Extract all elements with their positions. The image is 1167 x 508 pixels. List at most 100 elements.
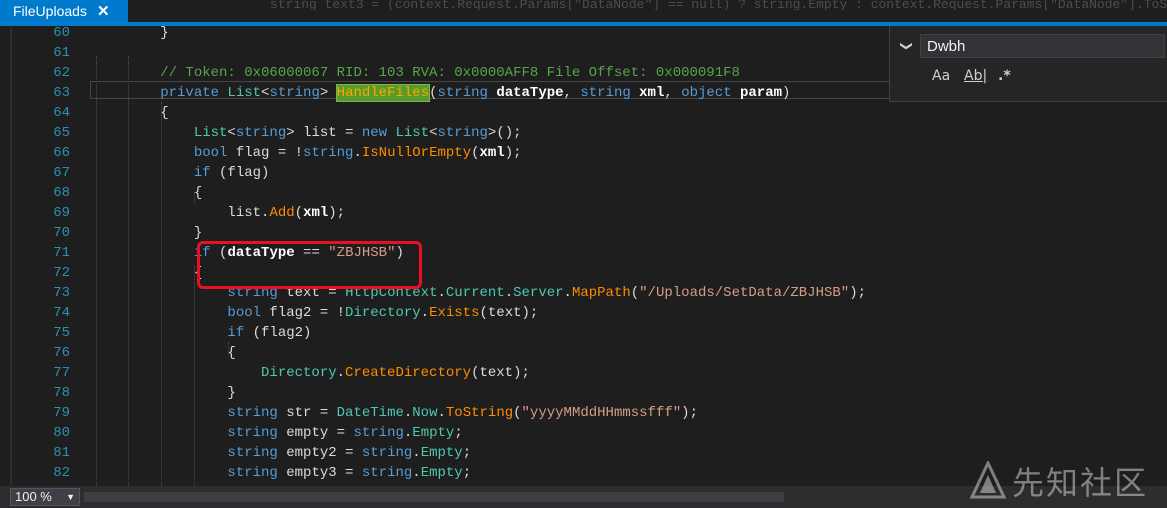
code-line[interactable]: 78 } xyxy=(0,383,1167,403)
code-token: flag2 = ! xyxy=(261,305,346,321)
code-line[interactable]: 77 Directory.CreateDirectory(text); xyxy=(0,363,1167,383)
code-line[interactable]: 69 list.Add(xml); xyxy=(0,203,1167,223)
code-line[interactable]: 74 bool flag2 = !Directory.Exists(text); xyxy=(0,303,1167,323)
code-line[interactable]: 75 if (flag2) xyxy=(0,323,1167,343)
code-token: private xyxy=(93,85,228,101)
annotation-red-box xyxy=(197,241,422,289)
horizontal-scrollbar[interactable] xyxy=(84,492,784,502)
line-number: 66 xyxy=(53,145,70,161)
line-number: 71 xyxy=(53,245,70,261)
code-token: CreateDirectory xyxy=(345,365,472,381)
code-text: { xyxy=(93,263,202,283)
code-token: string xyxy=(353,425,404,441)
code-token: string xyxy=(93,445,278,461)
code-line[interactable]: 67 if (flag) xyxy=(0,163,1167,183)
code-token: List xyxy=(93,125,228,141)
code-line[interactable]: 73 string text = HttpContext.Current.Ser… xyxy=(0,283,1167,303)
code-token: List xyxy=(395,125,430,141)
code-token: Exists xyxy=(429,305,480,321)
line-number: 68 xyxy=(53,185,70,201)
code-token: MapPath xyxy=(571,285,631,301)
code-line[interactable]: 68 { xyxy=(0,183,1167,203)
tab-strip: string text3 = (context.Request.Params["… xyxy=(0,0,1167,22)
code-text: private List<string> HandleFiles(string … xyxy=(93,83,790,103)
line-number: 60 xyxy=(53,26,70,41)
code-token: ( xyxy=(294,205,304,221)
code-token: List xyxy=(227,85,262,101)
code-token: string xyxy=(93,465,278,481)
code-token: if xyxy=(93,165,211,181)
code-text: string empty2 = string.Empty; xyxy=(93,443,471,463)
code-token: Directory xyxy=(93,365,337,381)
ghost-code-line: string text3 = (context.Request.Params["… xyxy=(270,0,1167,10)
whole-word-icon[interactable]: Ab| xyxy=(964,68,987,84)
code-token: xml xyxy=(639,85,665,101)
line-number: 77 xyxy=(53,365,70,381)
code-token: ); xyxy=(681,405,698,421)
tab-title: FileUploads xyxy=(13,3,87,19)
code-line[interactable]: 71 if (dataType == "ZBJHSB") xyxy=(0,243,1167,263)
code-line[interactable]: 79 string str = DateTime.Now.ToString("y… xyxy=(0,403,1167,423)
code-token: Now xyxy=(412,405,438,421)
line-number: 75 xyxy=(53,325,70,341)
chevron-down-icon[interactable]: ❯ xyxy=(900,41,914,51)
code-token: dataType xyxy=(496,85,564,101)
code-line[interactable]: 65 List<string> list = new List<string>(… xyxy=(0,123,1167,143)
code-token: flag = ! xyxy=(227,145,304,161)
code-token: if xyxy=(93,245,211,261)
code-token: } xyxy=(93,225,203,241)
chevron-down-icon: ▼ xyxy=(66,492,75,502)
code-token: ); xyxy=(328,205,346,221)
code-token: // Token: 0x06000067 RID: 103 RVA: 0x000… xyxy=(93,65,740,81)
code-token: string xyxy=(437,85,497,101)
code-text: Directory.CreateDirectory(text); xyxy=(93,363,530,383)
code-token: { xyxy=(93,345,236,361)
code-text: list.Add(xml); xyxy=(93,203,345,223)
code-token: string xyxy=(93,405,278,421)
code-token: ( xyxy=(471,145,480,161)
match-case-icon[interactable]: Aa xyxy=(932,68,950,84)
watermark-text: 先知社区 xyxy=(1012,464,1149,502)
code-text: bool flag = !string.IsNullOrEmpty(xml); xyxy=(93,143,522,163)
code-line[interactable]: 80 string empty = string.Empty; xyxy=(0,423,1167,443)
line-number: 73 xyxy=(53,285,70,301)
code-token: < xyxy=(227,125,236,141)
code-token: ); xyxy=(849,285,867,301)
close-icon[interactable]: ✕ xyxy=(97,2,110,20)
code-text: bool flag2 = !Directory.Exists(text); xyxy=(93,303,538,323)
tab-fileuploads[interactable]: FileUploads ✕ xyxy=(0,0,128,22)
highlighted-method-name: HandleFiles xyxy=(335,84,431,102)
code-token: } xyxy=(93,385,236,401)
code-token: ); xyxy=(504,145,522,161)
code-token: bool xyxy=(93,305,262,321)
code-line[interactable]: 64 { xyxy=(0,103,1167,123)
find-input[interactable] xyxy=(920,34,1165,58)
xianzhi-logo-icon xyxy=(970,461,1006,499)
code-token: string xyxy=(303,145,354,161)
code-text: string str = DateTime.Now.ToString("yyyy… xyxy=(93,403,698,423)
code-line[interactable]: 66 bool flag = !string.IsNullOrEmpty(xml… xyxy=(0,143,1167,163)
line-number: 80 xyxy=(53,425,70,441)
code-token: if xyxy=(93,325,245,341)
code-token: < xyxy=(429,125,438,141)
code-line[interactable]: 72 { xyxy=(0,263,1167,283)
code-token: string xyxy=(361,445,413,461)
line-number: 76 xyxy=(53,345,70,361)
code-token: empty = xyxy=(277,425,354,441)
code-token: Directory xyxy=(345,305,421,321)
code-token: ToString xyxy=(445,405,514,421)
code-line[interactable]: 76 { xyxy=(0,343,1167,363)
code-token: IsNullOrEmpty xyxy=(361,145,472,161)
regex-icon[interactable]: .* xyxy=(998,68,1011,84)
code-token: new xyxy=(361,125,396,141)
code-text: { xyxy=(93,343,236,363)
code-token: { xyxy=(93,105,169,121)
code-line[interactable]: 70 } xyxy=(0,223,1167,243)
code-token: . xyxy=(336,365,346,381)
code-token: object xyxy=(681,85,740,101)
code-token: { xyxy=(93,265,203,281)
line-number: 82 xyxy=(53,465,70,481)
zoom-dropdown[interactable]: 100 % ▼ xyxy=(10,488,80,506)
line-number: 61 xyxy=(53,45,70,61)
code-text: string empty = string.Empty; xyxy=(93,423,462,443)
